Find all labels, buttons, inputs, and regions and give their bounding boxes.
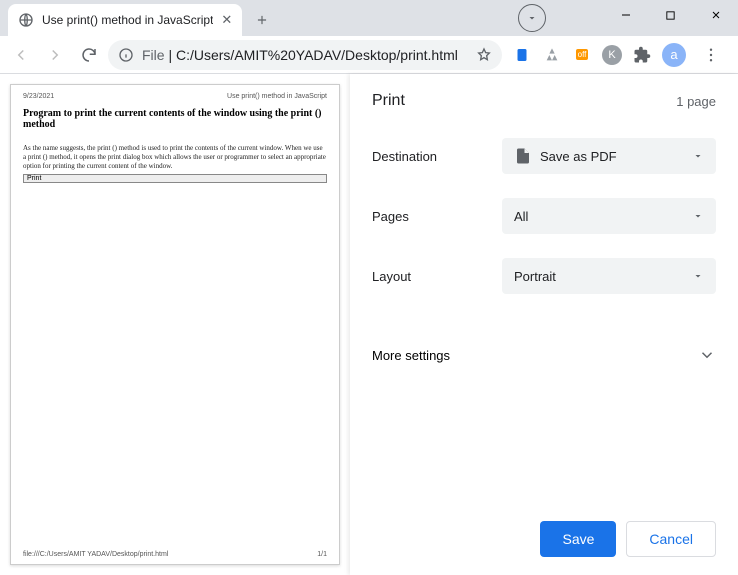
layout-label: Layout — [372, 269, 502, 284]
kebab-menu-icon[interactable] — [696, 40, 726, 70]
preview-page: 9/23/2021 Use print() method in JavaScri… — [10, 84, 340, 565]
more-settings-label: More settings — [372, 348, 450, 363]
extension-icon-4[interactable]: K — [602, 45, 622, 65]
preview-date: 9/23/2021 — [23, 93, 54, 100]
preview-body: As the name suggests, the print () metho… — [23, 144, 327, 170]
page-count: 1 page — [676, 94, 716, 109]
extension-icon-2[interactable] — [542, 45, 562, 65]
destination-select[interactable]: Save as PDF — [502, 138, 716, 174]
tab-title: Use print() method in JavaScript — [42, 13, 213, 27]
save-button[interactable]: Save — [540, 521, 616, 557]
new-tab-button[interactable] — [248, 6, 276, 34]
chevron-down-icon — [692, 210, 704, 222]
layout-value: Portrait — [514, 269, 556, 284]
extension-icon-3[interactable]: off — [572, 45, 592, 65]
info-icon[interactable] — [118, 47, 134, 63]
preview-print-button: Print — [23, 174, 327, 183]
off-badge: off — [576, 49, 589, 60]
pages-value: All — [514, 209, 528, 224]
minimize-button[interactable] — [603, 0, 648, 30]
pages-select[interactable]: All — [502, 198, 716, 234]
destination-value: Save as PDF — [540, 149, 617, 164]
chevron-down-icon — [692, 270, 704, 282]
close-tab-icon[interactable]: ✕ — [221, 12, 232, 28]
preview-footer-path: file:///C:/Users/AMIT YADAV/Desktop/prin… — [23, 551, 168, 558]
pdf-file-icon — [514, 147, 532, 165]
extensions-puzzle-icon[interactable] — [632, 45, 652, 65]
more-settings-toggle[interactable]: More settings — [372, 338, 716, 372]
chevron-down-icon — [698, 346, 716, 364]
chevron-down-icon — [692, 150, 704, 162]
print-dialog: 9/23/2021 Use print() method in JavaScri… — [0, 74, 738, 575]
destination-label: Destination — [372, 149, 502, 164]
preview-title: Program to print the current contents of… — [23, 108, 327, 130]
window-controls — [603, 0, 738, 30]
maximize-button[interactable] — [648, 0, 693, 30]
preview-footer-page: 1/1 — [317, 551, 327, 558]
address-bar[interactable]: File | C:/Users/AMIT%20YADAV/Desktop/pri… — [108, 40, 502, 70]
close-window-button[interactable] — [693, 0, 738, 30]
back-button[interactable] — [6, 40, 36, 70]
browser-toolbar: File | C:/Users/AMIT%20YADAV/Desktop/pri… — [0, 36, 738, 74]
layout-select[interactable]: Portrait — [502, 258, 716, 294]
browser-tab[interactable]: Use print() method in JavaScript ✕ — [8, 4, 242, 36]
extension-icon-1[interactable] — [512, 45, 532, 65]
print-settings-panel: Print 1 page Destination Save as PDF Pag… — [350, 74, 738, 575]
preview-header: Use print() method in JavaScript — [227, 93, 327, 100]
cancel-button[interactable]: Cancel — [626, 521, 716, 557]
globe-icon — [18, 12, 34, 28]
pages-label: Pages — [372, 209, 502, 224]
profile-avatar[interactable]: a — [662, 43, 686, 67]
account-chooser-icon[interactable] — [518, 4, 546, 32]
forward-button[interactable] — [40, 40, 70, 70]
panel-title: Print — [372, 92, 405, 110]
reload-button[interactable] — [74, 40, 104, 70]
extension-icons: off K a — [506, 40, 732, 70]
url-text: File | C:/Users/AMIT%20YADAV/Desktop/pri… — [142, 47, 468, 63]
window-titlebar: Use print() method in JavaScript ✕ — [0, 0, 738, 36]
star-icon[interactable] — [476, 47, 492, 63]
print-preview: 9/23/2021 Use print() method in JavaScri… — [0, 74, 350, 575]
